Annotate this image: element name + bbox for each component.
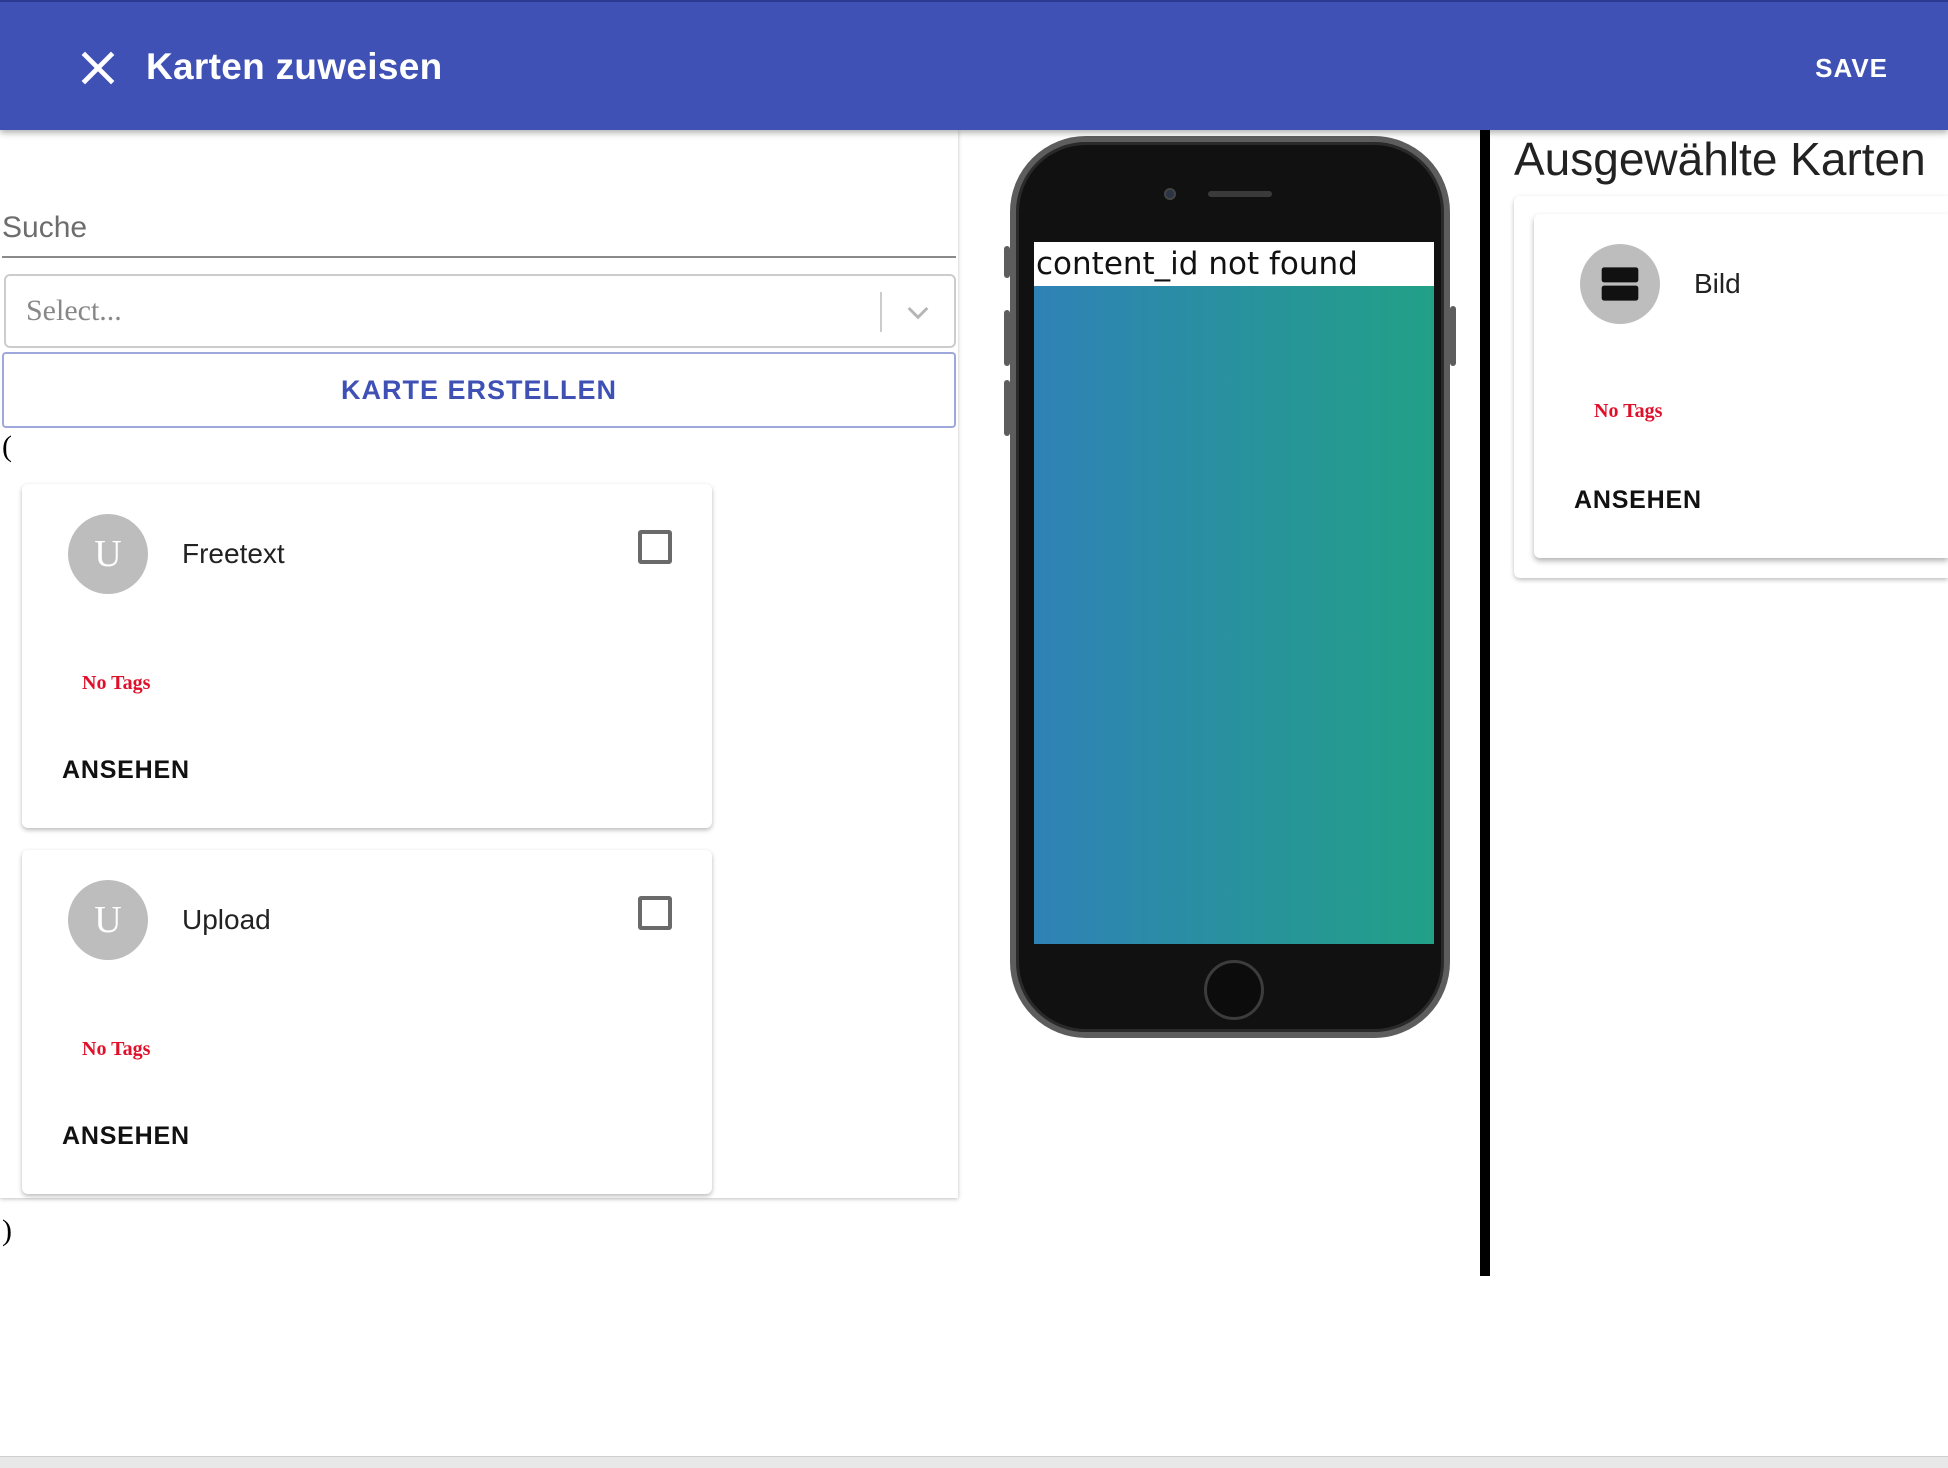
avatar: [1580, 244, 1660, 324]
select-checkbox[interactable]: [638, 896, 672, 930]
selected-cards-panel: Bild No Tags ANSEHEN: [1514, 196, 1948, 578]
tags-label: No Tags: [1594, 400, 1663, 422]
tags-label: No Tags: [82, 1038, 151, 1060]
tags-label: No Tags: [82, 672, 151, 694]
open-paren: (: [2, 430, 12, 463]
card-title: Upload: [182, 904, 271, 935]
select-separator: [880, 292, 882, 332]
close-icon[interactable]: [72, 42, 124, 94]
camera-icon: [1164, 188, 1176, 200]
panel-divider: [1480, 130, 1490, 1276]
search-input[interactable]: [2, 200, 956, 256]
search-field: [2, 200, 956, 258]
phone-power-button: [1450, 306, 1456, 366]
select-checkbox[interactable]: [638, 530, 672, 564]
speaker-grille: [1208, 191, 1272, 197]
avatar: U: [68, 514, 148, 594]
card-item: U Freetext No Tags ANSEHEN: [22, 484, 712, 828]
selected-card-item: Bild No Tags ANSEHEN: [1534, 214, 1948, 558]
card-title: Bild: [1694, 268, 1741, 299]
phone-preview: content_id not found: [1010, 136, 1450, 1038]
home-button[interactable]: [1204, 960, 1264, 1020]
card-item: U Upload No Tags ANSEHEN: [22, 850, 712, 1194]
screen-message: content_id not found: [1034, 242, 1434, 286]
page: Karten zuweisen SAVE Select... KARTE ERS…: [0, 0, 1948, 1468]
save-button[interactable]: SAVE: [1815, 50, 1888, 86]
view-agenda-icon: [1601, 267, 1639, 301]
app-bar: Karten zuweisen SAVE: [0, 0, 1948, 130]
view-button[interactable]: ANSEHEN: [62, 756, 190, 785]
avatar: U: [68, 880, 148, 960]
card-title: Freetext: [182, 538, 285, 569]
view-button[interactable]: ANSEHEN: [1574, 486, 1702, 515]
window-bottom-edge: [0, 1456, 1948, 1468]
selected-cards-heading: Ausgewählte Karten: [1514, 133, 1926, 185]
dialog-title: Karten zuweisen: [146, 46, 443, 87]
card-list-panel: Select... KARTE ERSTELLEN ( U Freetext N…: [0, 130, 958, 1198]
select-placeholder: Select...: [26, 294, 122, 327]
create-card-button[interactable]: KARTE ERSTELLEN: [2, 352, 956, 428]
phone-screen: content_id not found: [1034, 242, 1434, 944]
view-button[interactable]: ANSEHEN: [62, 1122, 190, 1151]
close-paren: ): [2, 1214, 12, 1247]
chevron-down-icon[interactable]: [902, 296, 934, 328]
tag-select[interactable]: Select...: [4, 274, 956, 348]
